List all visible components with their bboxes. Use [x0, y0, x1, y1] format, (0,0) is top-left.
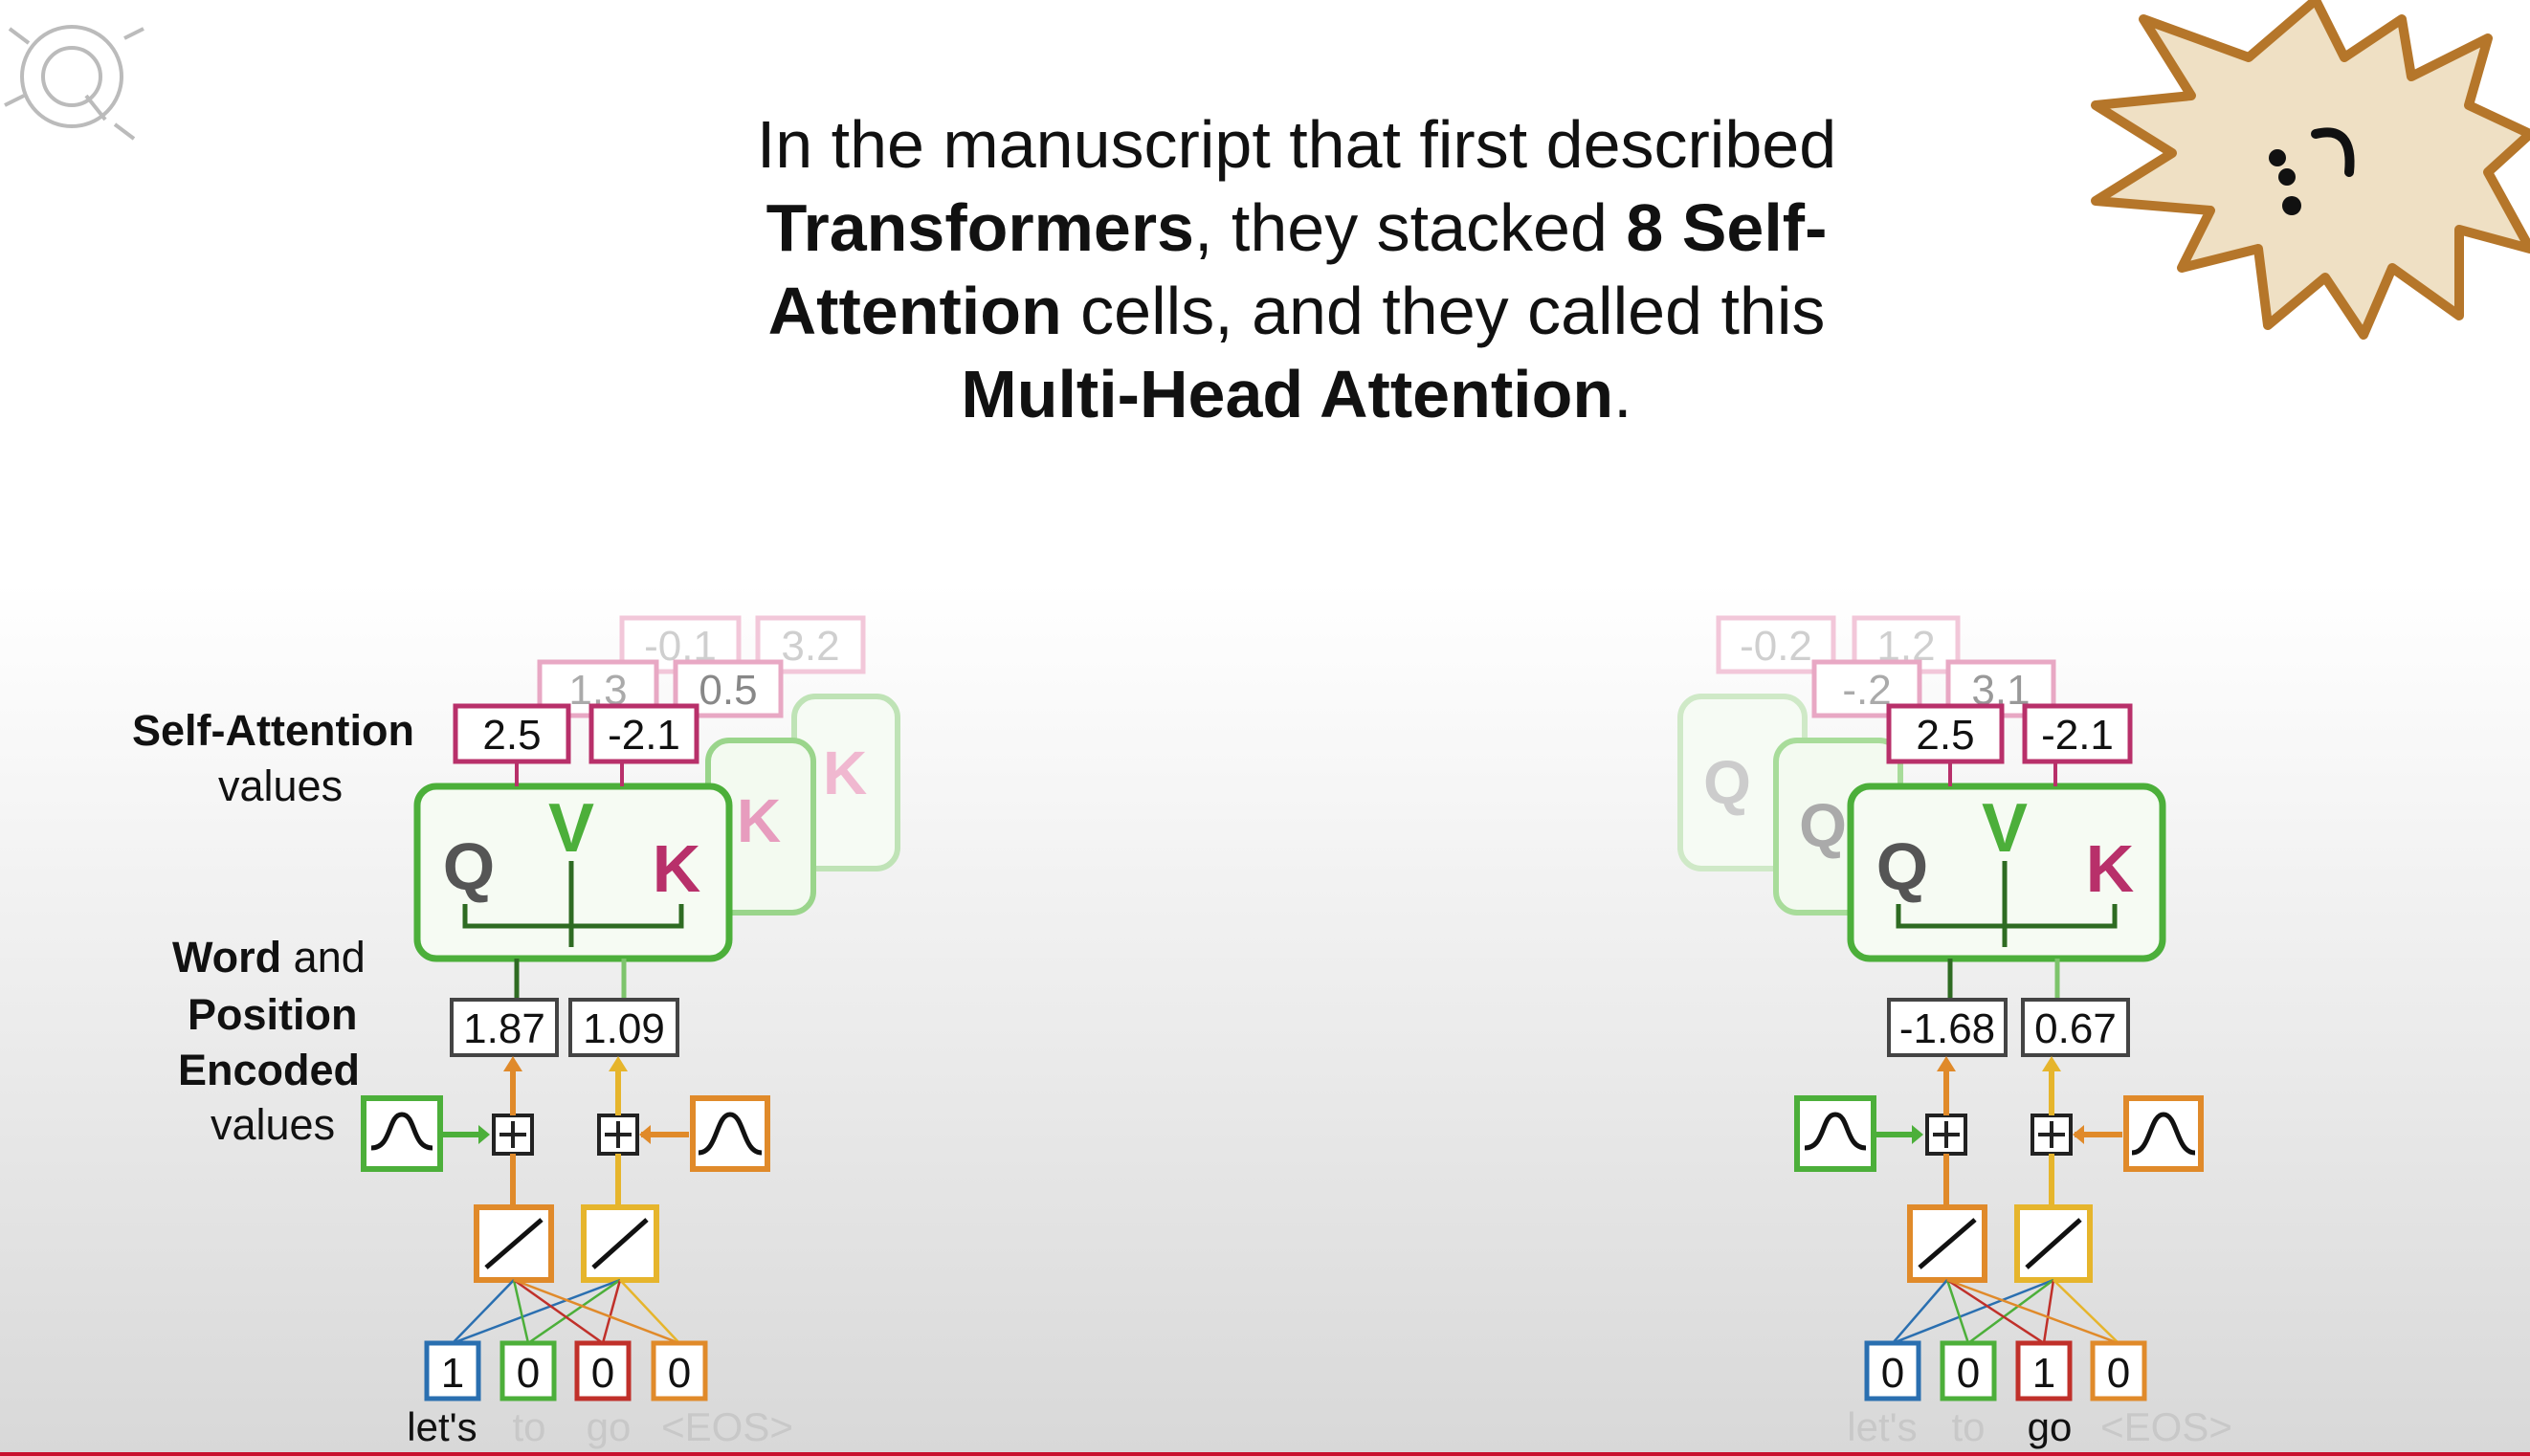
right-v-letter: V	[1982, 790, 2028, 867]
left-q-letter: Q	[443, 829, 495, 904]
right-attention-diagram: Q Q -0.2 1.2 -.2 3.1 2.5 -2.1 Q V K -1.6…	[1677, 615, 2232, 1449]
right-back1-value-1: -.2	[1842, 667, 1891, 714]
caption-line-2: Transformers, they stacked 8 Self-	[766, 190, 1828, 265]
right-cosine-encoding-icon	[2123, 1095, 2204, 1172]
right-sine-encoding-icon	[1794, 1095, 1876, 1172]
right-onehot-4: 0	[2107, 1350, 2130, 1397]
left-v-letter: V	[548, 790, 594, 867]
left-token-to: to	[512, 1404, 545, 1449]
left-onehot-4: 0	[668, 1350, 691, 1397]
video-progress-bar[interactable]	[0, 1452, 2530, 1456]
left-back2-value-2: 3.2	[781, 623, 839, 670]
right-token-go: go	[2028, 1404, 2073, 1449]
left-onehot-2: 0	[517, 1350, 540, 1397]
right-onehot-2: 0	[1957, 1350, 1980, 1397]
caption-line-1: In the manuscript that first described	[756, 107, 1837, 182]
right-q-letter: Q	[1876, 829, 1928, 904]
caption-line-3: Attention cells, and they called this	[767, 274, 1826, 348]
caption: In the manuscript that first described T…	[593, 103, 2000, 436]
left-sine-encoding-icon	[361, 1095, 443, 1172]
right-k-letter: K	[2086, 831, 2135, 906]
right-encoded-value-2: 0.67	[2034, 1005, 2117, 1052]
right-attention-value-2: -2.1	[2041, 712, 2114, 759]
left-onehot-1: 1	[441, 1350, 464, 1397]
statquest-logo-icon	[4, 25, 144, 141]
left-attention-value-2: -2.1	[608, 712, 680, 759]
left-token-lets: let's	[407, 1404, 477, 1449]
right-back2-value-1: -0.2	[1740, 623, 1812, 670]
caption-line-4: Multi-Head Attention.	[961, 357, 1632, 431]
left-back1-value-2: 0.5	[699, 667, 757, 714]
left-k-letter: K	[653, 831, 701, 906]
spiky-creature-icon	[2091, 0, 2530, 340]
left-token-go: go	[587, 1404, 632, 1449]
right-onehot-1: 0	[1881, 1350, 1904, 1397]
left-encoded-value-2: 1.09	[583, 1005, 665, 1052]
right-token-lets: let's	[1847, 1404, 1917, 1449]
right-token-to: to	[1951, 1404, 1985, 1449]
left-attention-diagram: K K -0.1 3.2 1.3 0.5 2.5 -2.1 Q V K 1.87…	[361, 615, 900, 1449]
left-cosine-encoding-icon	[690, 1095, 770, 1172]
left-onehot-3: 0	[591, 1350, 614, 1397]
right-encoded-value-1: -1.68	[1899, 1005, 1995, 1052]
back-cell-2-k-letter: K	[823, 739, 867, 807]
right-attention-value-1: 2.5	[1916, 712, 1974, 759]
right-back-cell-2-q-letter: Q	[1703, 748, 1751, 817]
back-cell-1-k-letter: K	[737, 786, 781, 855]
left-encoded-value-1: 1.87	[463, 1005, 545, 1052]
left-attention-value-1: 2.5	[482, 712, 541, 759]
right-onehot-3: 1	[2032, 1350, 2055, 1397]
right-back-cell-1-q-letter: Q	[1799, 791, 1847, 860]
right-token-eos: <EOS>	[2100, 1404, 2232, 1449]
left-token-eos: <EOS>	[661, 1404, 793, 1449]
